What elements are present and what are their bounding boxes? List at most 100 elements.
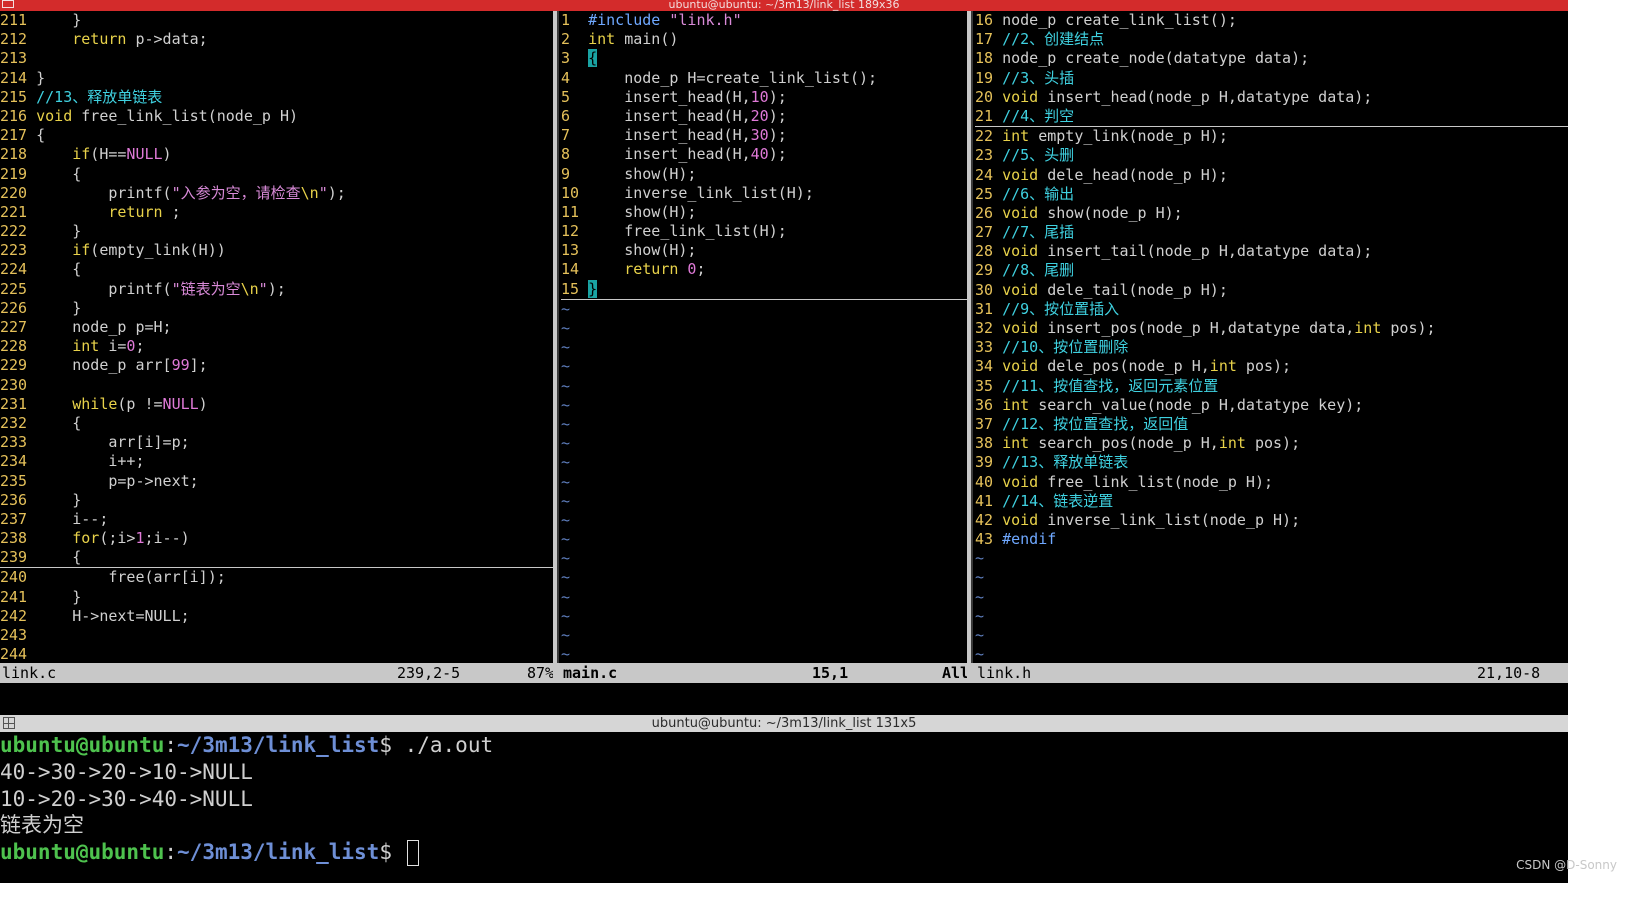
code-line[interactable]: 234 i++;	[0, 452, 553, 471]
code-line[interactable]: 8 insert_head(H,40);	[561, 145, 967, 164]
code-line[interactable]: 22 int empty_link(node_p H);	[975, 127, 1568, 146]
code-line[interactable]: 12 free_link_list(H);	[561, 222, 967, 241]
code-line[interactable]: 32 void insert_pos(node_p H,datatype data…	[975, 319, 1568, 338]
code-line[interactable]: 217 {	[0, 126, 553, 145]
code-line[interactable]: 10 inverse_link_list(H);	[561, 184, 967, 203]
code-line[interactable]: 232 {	[0, 414, 553, 433]
code-line[interactable]: 213	[0, 49, 553, 68]
line-number: 25	[975, 184, 994, 203]
code-line[interactable]: 239 {	[0, 548, 553, 569]
code-line[interactable]: 243	[0, 626, 553, 645]
code-token: }	[36, 222, 82, 241]
code-line[interactable]: 24 void dele_head(node_p H);	[975, 166, 1568, 185]
code-line[interactable]: 26 void show(node_p H);	[975, 204, 1568, 223]
code-line[interactable]: 35 //11、按值查找，返回元素位置	[975, 377, 1568, 396]
code-line[interactable]: 17 //2、创建结点	[975, 30, 1568, 49]
code-line[interactable]: 40 void free_link_list(node_p H);	[975, 473, 1568, 492]
code-line[interactable]: 233 arr[i]=p;	[0, 433, 553, 452]
line-number: 226	[0, 298, 28, 317]
code-line[interactable]: 15}	[561, 279, 967, 300]
line-number: 27	[975, 223, 994, 242]
code-line[interactable]: 220 printf("入参为空，请检查\n");	[0, 184, 553, 203]
code-line[interactable]: 30 void dele_tail(node_p H);	[975, 281, 1568, 300]
code-line[interactable]: 11 show(H);	[561, 203, 967, 222]
code-line[interactable]: 237 i--;	[0, 510, 553, 529]
code-line[interactable]: 214}	[0, 69, 553, 88]
code-line[interactable]: 21 //4、判空	[975, 107, 1568, 128]
code-line[interactable]: 39 //13、释放单链表	[975, 453, 1568, 472]
code-line[interactable]: 1 #include "link.h"	[561, 11, 967, 30]
code-line[interactable]: 13 show(H);	[561, 241, 967, 260]
code-line[interactable]: 221 return ;	[0, 203, 553, 222]
code-line[interactable]: 6 insert_head(H,20);	[561, 107, 967, 126]
code-line[interactable]: 235 p=p->next;	[0, 472, 553, 491]
code-line[interactable]: 16 node_p create_link_list();	[975, 11, 1568, 30]
code-line[interactable]: 28 void insert_tail(node_p H,datatype dat…	[975, 242, 1568, 261]
split-terminal-icon[interactable]	[3, 717, 15, 729]
code-line[interactable]: 231 while(p !=NULL)	[0, 395, 553, 414]
code-line[interactable]: 244	[0, 645, 553, 663]
editor-pane-main-c[interactable]: 1 #include "link.h" 2 int main() 3{4 node_p …	[561, 11, 967, 663]
code-line[interactable]: 225 printf("链表为空\n");	[0, 280, 553, 299]
code-line[interactable]: 226 }	[0, 299, 553, 318]
code-line[interactable]: 242 H->next=NULL;	[0, 607, 553, 626]
code-line[interactable]: 3{	[561, 49, 967, 68]
code-line[interactable]: 38 int search_pos(node_p H,int pos);	[975, 434, 1568, 453]
code-line[interactable]: 37 //12、按位置查找，返回值	[975, 415, 1568, 434]
code-line[interactable]: 9 show(H);	[561, 165, 967, 184]
code-line[interactable]: 216 void free_link_list(node_p H)	[0, 107, 553, 126]
code-token: void	[1002, 280, 1039, 299]
code-line[interactable]: 25 //6、输出	[975, 185, 1568, 204]
code-line[interactable]: 23 //5、头删	[975, 146, 1568, 165]
code-line[interactable]: 223 if(empty_link(H))	[0, 241, 553, 260]
code-line[interactable]: 227 node_p p=H;	[0, 318, 553, 337]
code-line[interactable]: 43 #endif	[975, 530, 1568, 549]
code-line[interactable]: 211 }	[0, 11, 553, 30]
code-line[interactable]: 238 for(;i>1;i--)	[0, 529, 553, 548]
code-token: return	[72, 30, 127, 49]
code-line[interactable]: 14 return 0;	[561, 260, 967, 279]
line-number: 238	[0, 529, 28, 548]
code-line[interactable]: 41 //14、链表逆置	[975, 492, 1568, 511]
empty-buffer-line: ~	[561, 376, 571, 395]
code-line[interactable]: 34 void dele_pos(node_p H,int pos);	[975, 357, 1568, 376]
code-line[interactable]: 4 node_p H=create_link_list();	[561, 69, 967, 88]
code-line[interactable]: 228 int i=0;	[0, 337, 553, 356]
code-line[interactable]: 5 insert_head(H,10);	[561, 88, 967, 107]
desktop-screen: ubuntu@ubuntu: ~/3m13/link_list 189x36 2…	[0, 0, 1568, 883]
code-line[interactable]: 7 insert_head(H,30);	[561, 126, 967, 145]
prompt-command: $	[379, 840, 405, 865]
code-line[interactable]: 230	[0, 376, 553, 395]
code-token: )	[162, 145, 172, 164]
code-line[interactable]: 31 //9、按位置插入	[975, 300, 1568, 319]
editor-pane-link-c[interactable]: 211 } 212 return p->data; 213 214} 215//13、释…	[0, 11, 553, 663]
code-line[interactable]: 33 //10、按位置删除	[975, 338, 1568, 357]
vim-command-line[interactable]	[0, 683, 1568, 715]
editor-pane-link-h[interactable]: 16 node_p create_link_list(); 17//2、创建结点 18…	[975, 11, 1568, 663]
code-line[interactable]: 224 {	[0, 260, 553, 279]
code-line[interactable]: 29 //8、尾删	[975, 261, 1568, 280]
code-token: #endif	[1002, 530, 1057, 549]
code-line[interactable]: 229 node_p arr[99];	[0, 356, 553, 375]
code-line[interactable]: 240 free(arr[i]);	[0, 568, 553, 587]
code-line[interactable]: 20 void insert_head(node_p H,datatype dat…	[975, 88, 1568, 107]
line-number: 19	[975, 68, 994, 87]
code-line[interactable]: 219 {	[0, 165, 553, 184]
code-line[interactable]: 215 //13、释放单链表	[0, 88, 553, 107]
terminal-cursor[interactable]	[406, 840, 419, 867]
code-line[interactable]: 212 return p->data;	[0, 30, 553, 49]
code-line[interactable]: 218 if(H==NULL)	[0, 145, 553, 164]
code-line[interactable]: 241 }	[0, 588, 553, 607]
code-line[interactable]: 2 int main()	[561, 30, 967, 49]
code-line[interactable]: 222 }	[0, 222, 553, 241]
code-line[interactable]: 42 void inverse_link_list(node_p H);	[975, 511, 1568, 530]
code-line[interactable]: 236 }	[0, 491, 553, 510]
code-line[interactable]: 27 //7、尾插	[975, 223, 1568, 242]
code-line[interactable]: 19 //3、头插	[975, 69, 1568, 88]
code-line[interactable]: 36 int search_value(node_p H,datatype key…	[975, 396, 1568, 415]
terminal-output[interactable]: ubuntu@ubuntu:~/3m13/link_list$ ./a.out 4…	[0, 732, 1568, 883]
code-token: 20	[750, 106, 769, 125]
code-line[interactable]: 18 node_p create_node(datatype data);	[975, 49, 1568, 68]
code-token: void	[36, 106, 73, 125]
code-token: NULL	[126, 145, 163, 164]
